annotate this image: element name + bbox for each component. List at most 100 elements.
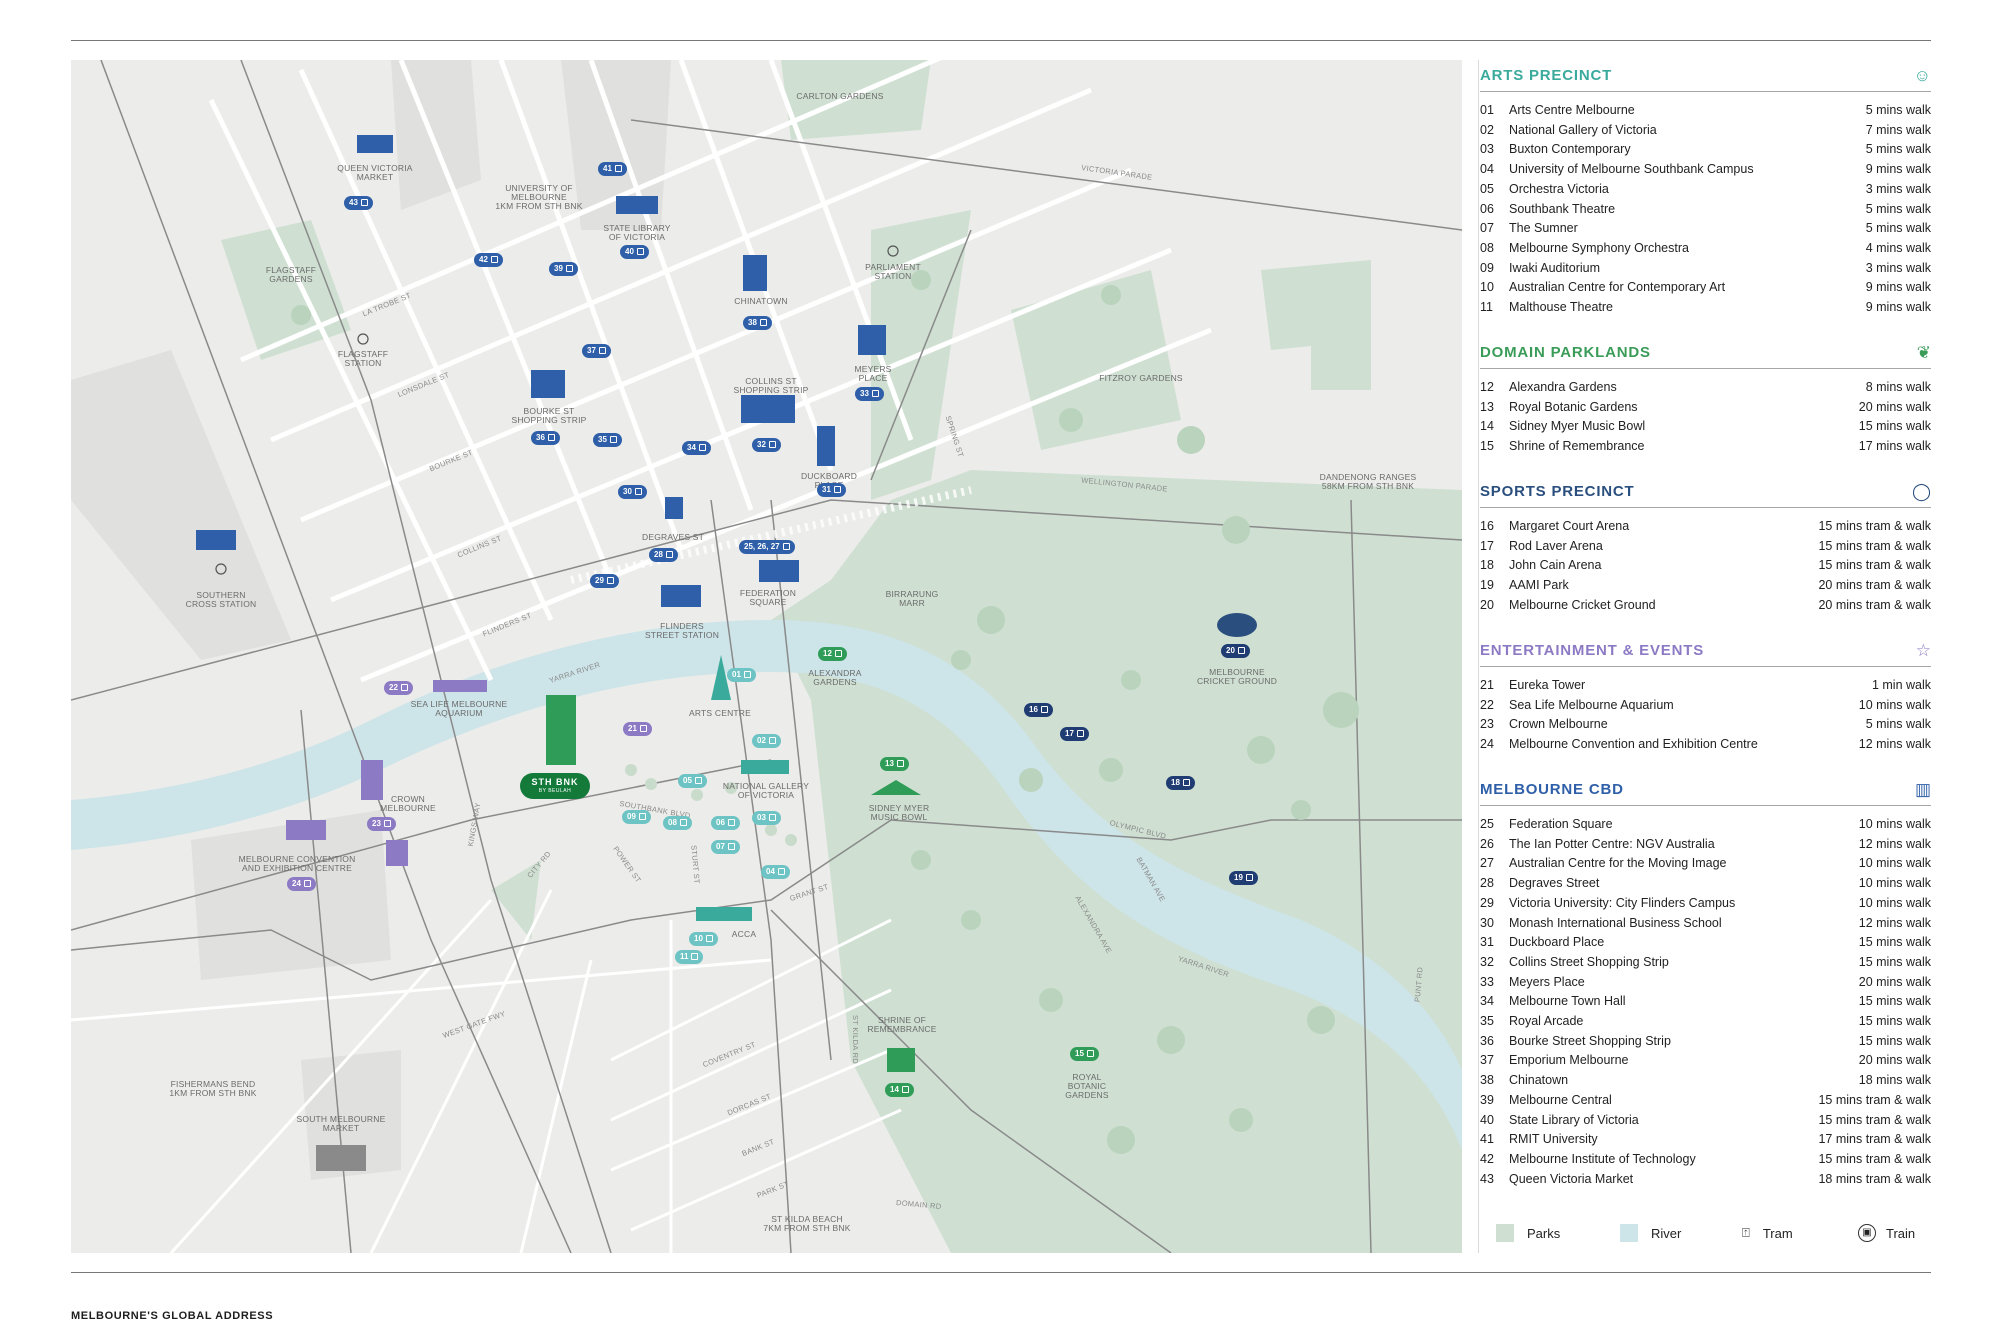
pin-number: 25, 26, 27 — [744, 542, 780, 551]
list-item[interactable]: 31 Duckboard Place 15 mins walk — [1480, 933, 1931, 953]
map-pin[interactable]: 33 — [855, 387, 884, 401]
map-pin[interactable]: 13 — [880, 757, 909, 771]
map-pin[interactable]: 35 — [593, 433, 622, 447]
list-item[interactable]: 37 Emporium Melbourne 20 mins walk — [1480, 1051, 1931, 1071]
map-pin[interactable]: 08 — [663, 816, 692, 830]
list-item[interactable]: 09 Iwaki Auditorium 3 mins walk — [1480, 259, 1931, 279]
map-pin[interactable]: 30 — [618, 485, 647, 499]
list-item[interactable]: 22 Sea Life Melbourne Aquarium 10 mins wal… — [1480, 696, 1931, 716]
list-item[interactable]: 14 Sidney Myer Music Bowl 15 mins walk — [1480, 417, 1931, 437]
pin-category-icon — [743, 671, 751, 678]
map-pin[interactable]: 01 — [727, 668, 756, 682]
map-pin[interactable]: 22 — [384, 681, 413, 695]
list-item[interactable]: 42 Melbourne Institute of Technology 15 mi… — [1480, 1150, 1931, 1170]
list-item[interactable]: 30 Monash International Business School 12… — [1480, 914, 1931, 934]
map-pin[interactable]: 38 — [743, 316, 772, 330]
item-name: Degraves Street — [1509, 876, 1600, 891]
list-item[interactable]: 33 Meyers Place 20 mins walk — [1480, 973, 1931, 993]
map-pin[interactable]: 14 — [885, 1083, 914, 1097]
place-label: MELBOURNE CRICKET GROUND — [1196, 667, 1278, 686]
map-pin[interactable]: 42 — [474, 253, 503, 267]
list-item[interactable]: 18 John Cain Arena 15 mins tram & walk — [1480, 556, 1931, 576]
panel-divider — [1478, 60, 1479, 1253]
map-pin[interactable]: 04 — [761, 865, 790, 879]
list-item[interactable]: 26 The Ian Potter Centre: NGV Australia 12… — [1480, 835, 1931, 855]
list-item[interactable]: 02 National Gallery of Victoria 7 mins wal… — [1480, 121, 1931, 141]
map-pin[interactable]: 06 — [711, 816, 740, 830]
list-item[interactable]: 16 Margaret Court Arena 15 mins tram & wal… — [1480, 517, 1931, 537]
pin-category-icon — [639, 725, 647, 732]
pin-number: 29 — [595, 576, 604, 585]
duckboard-place-icon — [817, 426, 835, 466]
list-item[interactable]: 35 Royal Arcade 15 mins walk — [1480, 1012, 1931, 1032]
map-pin[interactable]: 10 — [689, 932, 718, 946]
list-item[interactable]: 07 The Sumner 5 mins walk — [1480, 219, 1931, 239]
list-item[interactable]: 23 Crown Melbourne 5 mins walk — [1480, 715, 1931, 735]
list-item[interactable]: 40 State Library of Victoria 15 mins tram … — [1480, 1111, 1931, 1131]
map-pin[interactable]: 02 — [752, 734, 781, 748]
list-item[interactable]: 05 Orchestra Victoria 3 mins walk — [1480, 180, 1931, 200]
list-item[interactable]: 32 Collins Street Shopping Strip 15 mins w… — [1480, 953, 1931, 973]
map-pin[interactable]: 05 — [678, 774, 707, 788]
list-item[interactable]: 19 AAMI Park 20 mins tram & walk — [1480, 576, 1931, 596]
list-item[interactable]: 11 Malthouse Theatre 9 mins walk — [1480, 298, 1931, 318]
map-pin[interactable]: 23 — [367, 817, 396, 831]
list-item[interactable]: 27 Australian Centre for the Moving Image… — [1480, 854, 1931, 874]
list-item[interactable]: 15 Shrine of Remembrance 17 mins walk — [1480, 437, 1931, 457]
map-pin[interactable]: 41 — [598, 162, 627, 176]
list-item[interactable]: 25 Federation Square 10 mins walk — [1480, 815, 1931, 835]
place-label: ALEXANDRA GARDENS — [808, 668, 862, 687]
pin-category-icon — [768, 441, 776, 448]
list-item[interactable]: 01 Arts Centre Melbourne 5 mins walk — [1480, 101, 1931, 121]
map-pin[interactable]: 36 — [531, 431, 560, 445]
map-pin[interactable]: 40 — [620, 245, 649, 259]
list-item[interactable]: 21 Eureka Tower 1 min walk — [1480, 676, 1931, 696]
sth-bnk-marker[interactable]: STH BNK BY BEULAH — [520, 773, 590, 799]
map-pin[interactable]: 11 — [675, 950, 704, 964]
map-pin[interactable]: 20 — [1221, 644, 1250, 658]
map-pin[interactable]: 29 — [590, 574, 619, 588]
list-item[interactable]: 34 Melbourne Town Hall 15 mins walk — [1480, 992, 1931, 1012]
map-pin[interactable]: 03 — [752, 811, 781, 825]
map-pin[interactable]: 31 — [817, 483, 846, 497]
pin-number: 41 — [603, 164, 612, 173]
map-pin[interactable]: 12 — [818, 647, 847, 661]
map-pin[interactable]: 28 — [649, 548, 678, 562]
map-pin[interactable]: 21 — [623, 722, 652, 736]
list-item[interactable]: 17 Rod Laver Arena 15 mins tram & walk — [1480, 537, 1931, 557]
list-item[interactable]: 20 Melbourne Cricket Ground 20 mins tram &… — [1480, 596, 1931, 616]
map-pin[interactable]: 17 — [1060, 727, 1089, 741]
map-pin[interactable]: 25, 26, 27 — [739, 540, 795, 554]
map-pin[interactable]: 43 — [344, 196, 373, 210]
list-item[interactable]: 04 University of Melbourne Southbank Camp… — [1480, 160, 1931, 180]
list-item[interactable]: 08 Melbourne Symphony Orchestra 4 mins wal… — [1480, 239, 1931, 259]
map-pin[interactable]: 07 — [711, 840, 740, 854]
list-item[interactable]: 24 Melbourne Convention and Exhibition Ce… — [1480, 735, 1931, 755]
list-item[interactable]: 29 Victoria University: City Flinders Cam… — [1480, 894, 1931, 914]
pin-number: 43 — [349, 198, 358, 207]
map-pin[interactable]: 24 — [287, 877, 316, 891]
list-item[interactable]: 10 Australian Centre for Contemporary Art… — [1480, 278, 1931, 298]
list-item[interactable]: 39 Melbourne Central 15 mins tram & walk — [1480, 1091, 1931, 1111]
map-pin[interactable]: 37 — [582, 344, 611, 358]
pin-number: 06 — [716, 818, 725, 827]
map-pin[interactable]: 32 — [752, 438, 781, 452]
map-pin[interactable]: 19 — [1229, 871, 1258, 885]
list-item[interactable]: 41 RMIT University 17 mins tram & walk — [1480, 1130, 1931, 1150]
list-item[interactable]: 28 Degraves Street 10 mins walk — [1480, 874, 1931, 894]
map-pin[interactable]: 16 — [1024, 703, 1053, 717]
map-pin[interactable]: 34 — [682, 441, 711, 455]
list-item[interactable]: 06 Southbank Theatre 5 mins walk — [1480, 200, 1931, 220]
map-pin[interactable]: 39 — [549, 262, 578, 276]
list-item[interactable]: 13 Royal Botanic Gardens 20 mins walk — [1480, 398, 1931, 418]
list-item[interactable]: 36 Bourke Street Shopping Strip 15 mins wa… — [1480, 1032, 1931, 1052]
list-item[interactable]: 38 Chinatown 18 mins walk — [1480, 1071, 1931, 1091]
list-item[interactable]: 43 Queen Victoria Market 18 mins tram & wa… — [1480, 1170, 1931, 1190]
list-item[interactable]: 12 Alexandra Gardens 8 mins walk — [1480, 378, 1931, 398]
map-pin[interactable]: 09 — [622, 810, 651, 824]
map-pin[interactable]: 15 — [1070, 1047, 1099, 1061]
precinct-map[interactable]: QUEEN VICTORIA MARKET UNIVERSITY OF MELBO… — [71, 60, 1462, 1253]
crown-building-icon — [386, 840, 408, 866]
list-item[interactable]: 03 Buxton Contemporary 5 mins walk — [1480, 140, 1931, 160]
map-pin[interactable]: 18 — [1166, 776, 1195, 790]
